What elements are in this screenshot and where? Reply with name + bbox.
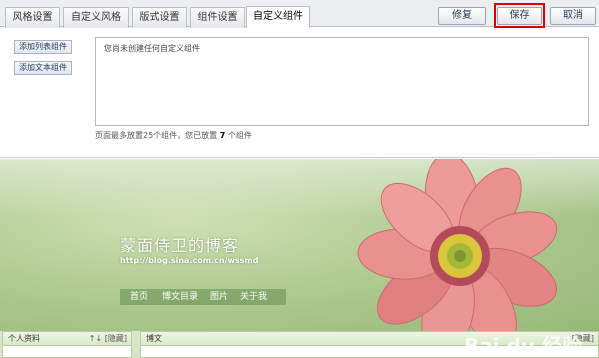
move-arrows-icon[interactable]: ↑↓: [89, 334, 102, 343]
add-list-widget-button[interactable]: 添加列表组件: [14, 40, 72, 54]
tab-layout-settings[interactable]: 版式设置: [132, 7, 187, 28]
profile-hide-link[interactable]: [隐藏]: [105, 334, 127, 343]
hint-suffix: 个组件: [227, 131, 252, 140]
post-box-title: 博文: [146, 334, 162, 343]
add-text-widget-button[interactable]: 添加文本组件: [14, 61, 72, 75]
blog-banner: 蒙面侍卫的博客 http://blog.sina.com.cn/wssmd 首页…: [0, 159, 599, 331]
settings-panel: 风格设置 自定义风格 版式设置 组件设置 自定义组件 修复 保存 取消 添加列表…: [0, 0, 599, 158]
cancel-button[interactable]: 取消: [550, 7, 596, 25]
flower-image: [357, 159, 558, 331]
repair-button[interactable]: 修复: [438, 7, 486, 25]
widget-count: 7: [219, 131, 226, 140]
nav-about[interactable]: 关于我: [240, 289, 267, 305]
custom-widget-area[interactable]: 您尚未创建任何自定义组件: [95, 37, 589, 126]
blog-title[interactable]: 蒙面侍卫的博客: [120, 232, 239, 256]
tab-custom-widgets[interactable]: 自定义组件: [246, 6, 310, 28]
nav-photos[interactable]: 图片: [210, 289, 228, 305]
nav-home[interactable]: 首页: [130, 289, 148, 305]
profile-box-title: 个人资料: [8, 334, 40, 343]
hint-prefix: 页面最多放置25个组件，您已放置: [95, 131, 218, 140]
blog-nav: 首页 博文目录 图片 关于我: [120, 289, 286, 305]
empty-message: 您尚未创建任何自定义组件: [104, 44, 200, 53]
tab-widget-settings[interactable]: 组件设置: [190, 7, 245, 28]
profile-box-controls: ↑↓ [隐藏]: [89, 332, 127, 345]
nav-articles[interactable]: 博文目录: [162, 289, 198, 305]
widget-count-hint: 页面最多放置25个组件，您已放置 7 个组件: [95, 130, 252, 141]
tab-style-settings[interactable]: 风格设置: [5, 7, 60, 28]
profile-box-header: 个人资料 ↑↓ [隐藏]: [3, 332, 131, 346]
blog-url[interactable]: http://blog.sina.com.cn/wssmd: [120, 256, 258, 265]
profile-box: 个人资料 ↑↓ [隐藏]: [2, 331, 132, 358]
watermark-url: jingyan.baidu.com: [480, 349, 545, 357]
save-highlight-box: [494, 3, 545, 28]
tab-custom-style[interactable]: 自定义风格: [63, 7, 129, 28]
